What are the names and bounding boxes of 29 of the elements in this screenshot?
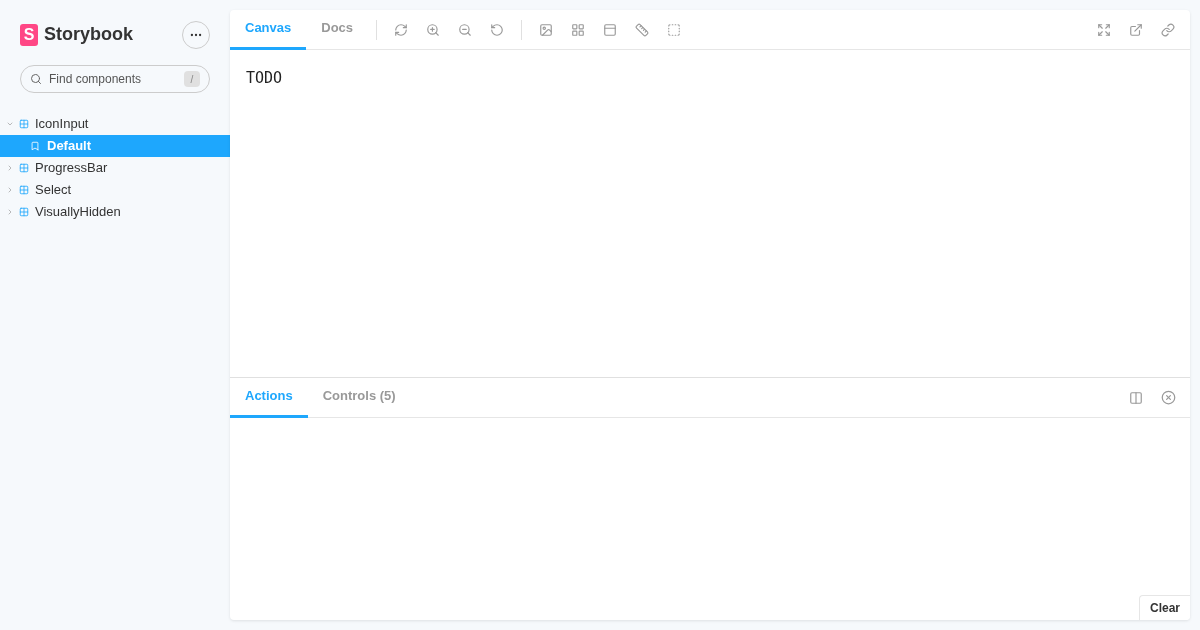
external-link-icon[interactable] xyxy=(1129,22,1143,37)
image-icon[interactable] xyxy=(539,22,554,37)
zoom-reset-icon[interactable] xyxy=(490,22,505,37)
component-item[interactable]: ProgressBar xyxy=(0,157,230,179)
canvas-text: TODO xyxy=(246,69,283,87)
panel-layout-icon[interactable] xyxy=(1129,390,1143,405)
link-icon[interactable] xyxy=(1161,22,1175,37)
search-icon xyxy=(30,73,42,85)
shortcut-key: / xyxy=(184,71,200,87)
component-item[interactable]: IconInput xyxy=(0,113,230,135)
component-icon xyxy=(19,119,29,129)
zoom-in-icon[interactable] xyxy=(426,22,441,37)
logo-icon: S xyxy=(20,23,38,46)
component-icon xyxy=(19,185,29,195)
outline-icon[interactable] xyxy=(603,22,618,37)
fullscreen-icon[interactable] xyxy=(1097,22,1111,37)
ruler-icon[interactable] xyxy=(635,22,650,37)
component-icon xyxy=(19,207,29,217)
brand-name: Storybook xyxy=(44,23,133,46)
grid-icon[interactable] xyxy=(571,22,586,37)
close-icon[interactable] xyxy=(1161,390,1176,405)
component-item[interactable]: Select xyxy=(0,179,230,201)
reload-icon[interactable] xyxy=(394,22,409,37)
component-icon xyxy=(19,163,29,173)
bookmark-icon xyxy=(30,141,40,151)
zoom-out-icon[interactable] xyxy=(458,22,473,37)
dashed-square-icon[interactable] xyxy=(667,22,682,37)
component-item[interactable]: VisuallyHidden xyxy=(0,201,230,223)
clear-button[interactable]: Clear xyxy=(1138,595,1190,620)
